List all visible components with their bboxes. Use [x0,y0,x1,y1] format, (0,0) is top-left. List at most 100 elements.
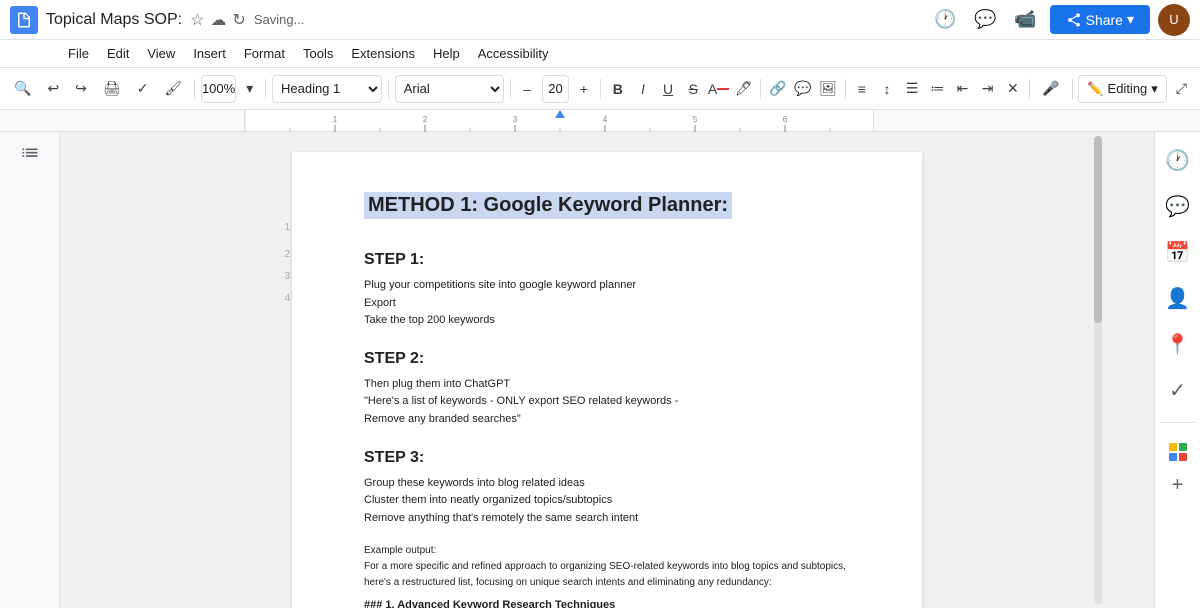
example-content: Example output: For a more specific and … [364,543,850,591]
search-btn[interactable]: 🔍 [8,74,37,104]
step3-section: STEP 3: Group these keywords into blog r… [364,449,850,528]
link-btn[interactable]: 🔗 [767,75,788,103]
page-area: 1 2 3 4 METHOD 1: Google Keyword Planner… [60,132,1154,608]
line-spacing-btn[interactable]: ↕ [876,75,897,103]
paint-format-btn[interactable]: 🖌 [158,74,188,104]
svg-text:1: 1 [333,115,338,124]
doc-icon [10,6,38,34]
outline-toggle[interactable] [16,142,44,175]
gs-contacts-icon[interactable]: 👤 [1160,280,1196,316]
gs-keep-icon[interactable]: 🕐 [1160,142,1196,178]
left-panel [0,132,60,608]
bold-btn[interactable]: B [607,75,628,103]
spellcheck-btn[interactable]: ✓ [131,74,155,104]
font-size-display: 20 [542,75,570,103]
divider-7 [845,79,846,99]
scrollbar-track [1094,136,1102,604]
text-color-btn[interactable]: A [708,75,729,103]
divider-2 [265,79,266,99]
zoom-btn[interactable]: ▾ [240,74,259,104]
highlight-btn[interactable]: 🖊 [733,75,754,103]
star-icon[interactable]: ☆ [190,10,204,30]
history-icon[interactable]: ↻ [232,10,245,30]
font-select[interactable]: Arial Times New Roman Courier New [395,75,504,103]
menu-file[interactable]: File [60,44,97,63]
gs-grid-icon[interactable] [1168,437,1188,457]
saving-indicator: Saving... [254,12,305,27]
menu-edit[interactable]: Edit [99,44,137,63]
step1-section: STEP 1: Plug your competitions site into… [364,251,850,330]
gs-maps-icon[interactable]: 📍 [1160,326,1196,362]
comments-btn[interactable]: 💬 [970,4,1002,36]
cloud-icon[interactable]: ☁ [210,10,226,30]
menu-bar: File Edit View Insert Format Tools Exten… [0,40,1200,68]
gs-calendar-icon[interactable]: 📅 [1160,234,1196,270]
ordered-list-btn[interactable]: ≔ [927,75,948,103]
step3-content: Group these keywords into blog related i… [364,475,850,528]
toolbar: 🔍 ↩ ↪ 🖨 ✓ 🖌 100% ▾ Heading 1 Normal text… [0,68,1200,110]
example-section: Example output: For a more specific and … [364,543,850,608]
undo-btn[interactable]: ↩ [41,74,65,104]
menu-extensions[interactable]: Extensions [343,44,423,63]
image-btn[interactable]: 🖼 [817,75,838,103]
menu-insert[interactable]: Insert [185,44,234,63]
divider-1 [194,79,195,99]
step3-line1: Group these keywords into blog related i… [364,475,850,493]
gs-add-icon[interactable]: + [1160,467,1196,503]
ruler: 1 2 3 4 5 6 [0,110,1200,132]
menu-tools[interactable]: Tools [295,44,341,63]
strikethrough-btn[interactable]: S [683,75,704,103]
editing-mode-btn[interactable]: ✏️ Editing ▾ [1078,75,1166,103]
step2-line2: "Here's a list of keywords - ONLY export… [364,393,850,411]
method-heading: METHOD 1: Google Keyword Planner: [364,192,732,219]
redo-btn[interactable]: ↪ [69,74,93,104]
step2-line1: Then plug them into ChatGPT [364,376,850,394]
scrollbar-area [1092,132,1104,608]
user-avatar[interactable]: U [1158,4,1190,36]
menu-view[interactable]: View [139,44,183,63]
list-btn[interactable]: ☰ [902,75,923,103]
ruler-line: 1 2 3 4 5 6 [244,110,874,131]
divider-6 [760,79,761,99]
italic-btn[interactable]: I [632,75,653,103]
menu-accessibility[interactable]: Accessibility [470,44,557,63]
svg-text:2: 2 [423,115,428,124]
top-bar-icons: ☆ ☁ ↻ [190,10,246,30]
indent-less-btn[interactable]: ⇤ [952,75,973,103]
history-btn[interactable]: 🕐 [930,4,962,36]
expand-btn[interactable]: ⤢ [1171,75,1192,103]
increase-font-btn[interactable]: + [573,75,594,103]
meet-btn[interactable]: 📹 [1010,4,1042,36]
print-btn[interactable]: 🖨 [97,74,127,104]
menu-format[interactable]: Format [236,44,293,63]
top-bar-right: 🕐 💬 📹 Share ▾ U [930,4,1190,36]
top-bar: Topical Maps SOP: ☆ ☁ ↻ Saving... 🕐 💬 📹 … [0,0,1200,40]
gs-divider [1160,422,1196,423]
line-numbers-area: 1 2 3 4 [120,132,298,608]
zoom-display: 100% [201,75,236,103]
share-button[interactable]: Share ▾ [1050,5,1150,34]
divider-4 [510,79,511,99]
decrease-font-btn[interactable]: – [516,75,537,103]
underline-btn[interactable]: U [658,75,679,103]
voice-type-btn[interactable]: 🎤 [1036,74,1065,104]
line-num-7: 4 [284,288,290,310]
step1-label: STEP 1: [364,251,850,269]
step1-line2: Export [364,295,850,313]
gs-tasks-icon[interactable]: ✓ [1160,372,1196,408]
divider-5 [600,79,601,99]
share-label: Share [1086,12,1123,28]
clear-format-btn[interactable]: ✕ [1002,75,1023,103]
divider-9 [1072,79,1073,99]
gs-chat-icon[interactable]: 💬 [1160,188,1196,224]
indent-more-btn[interactable]: ⇥ [977,75,998,103]
comment-btn[interactable]: 💬 [792,75,813,103]
menu-help[interactable]: Help [425,44,468,63]
main-area: 1 2 3 4 METHOD 1: Google Keyword Planner… [0,132,1200,608]
style-select[interactable]: Heading 1 Normal text Heading 2 Heading … [272,75,382,103]
pencil-icon: ✏️ [1087,81,1103,97]
scrollbar-thumb[interactable] [1094,136,1102,323]
step2-section: STEP 2: Then plug them into ChatGPT "Her… [364,350,850,429]
align-btn[interactable]: ≡ [851,75,872,103]
step1-line3: Take the top 200 keywords [364,312,850,330]
